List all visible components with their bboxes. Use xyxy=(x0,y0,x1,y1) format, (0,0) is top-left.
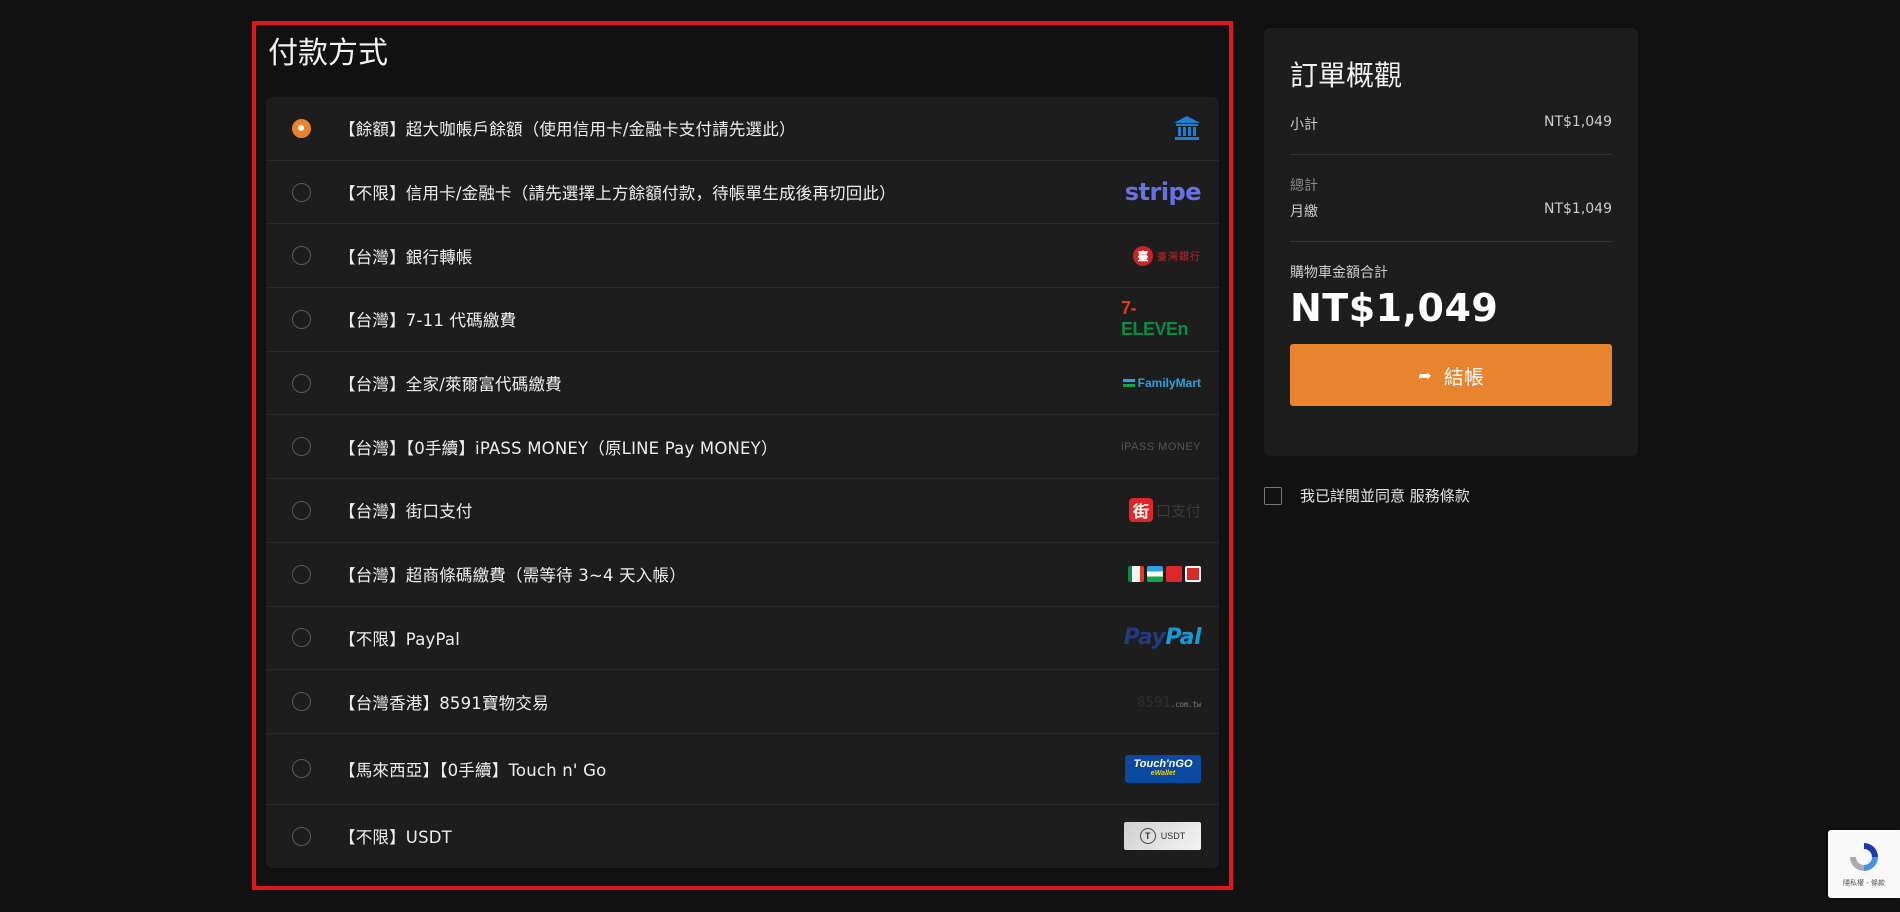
cart-total-label: 購物車金額合計 xyxy=(1290,265,1388,281)
payment-methods-list: 【餘額】超大咖帳戶餘額（使用信用卡/金融卡支付請先選此） 【不限】信用卡/金融卡… xyxy=(266,97,1219,868)
payment-method-label: 【台灣】7-11 代碼繳費 xyxy=(339,311,517,331)
radio-button[interactable] xyxy=(292,564,311,584)
payment-method-ipass[interactable]: 【台灣】【0手續】iPASS MONEY（原LINE Pay MONEY） iP… xyxy=(266,415,1219,480)
8591-logo: 8591.com.tw xyxy=(1121,685,1202,719)
usdt-logo-text: USDT xyxy=(1160,831,1186,842)
radio-button-selected[interactable] xyxy=(292,118,311,138)
payment-method-familymart[interactable]: 【台灣】全家/萊爾富代碼繳費 FamilyMart xyxy=(266,352,1219,416)
payment-method-label: 【不限】信用卡/金融卡（請先選擇上方餘額付款，待帳單生成後再切回此） xyxy=(339,184,896,204)
ipass-money-logo-text: iPASS MONEY xyxy=(1121,440,1201,453)
terms-agreement[interactable]: 我已詳閱並同意 服務條款 xyxy=(1264,485,1470,506)
radio-button[interactable] xyxy=(292,246,311,266)
bank-of-taiwan-logo: 臺 臺灣銀行 xyxy=(1121,239,1201,273)
subtotal-value: NT$1,049 xyxy=(1543,114,1612,130)
seven-eleven-mini-icon xyxy=(1128,566,1144,583)
familymart-bars-icon xyxy=(1122,379,1135,388)
bank-seal-icon: 臺 xyxy=(1133,245,1153,266)
radio-button[interactable] xyxy=(292,759,311,779)
order-summary-card: 訂單概觀 小計 NT$1,049 總計 月繳 NT$1,049 購物車金額合計 … xyxy=(1264,28,1638,456)
payment-method-credit-card[interactable]: 【不限】信用卡/金融卡（請先選擇上方餘額付款，待帳單生成後再切回此） strip… xyxy=(266,161,1219,225)
monthly-row: 月繳 NT$1,049 xyxy=(1290,201,1612,221)
payment-method-8591[interactable]: 【台灣香港】8591寶物交易 8591.com.tw xyxy=(266,670,1219,734)
recaptcha-text: 隱私權 - 條款 xyxy=(1843,879,1885,887)
radio-button[interactable] xyxy=(292,437,311,457)
payment-method-paypal[interactable]: 【不限】PayPal PayPal xyxy=(266,607,1219,671)
radio-button[interactable] xyxy=(292,182,311,202)
jkopay-logo-text: 口支付 xyxy=(1155,501,1201,520)
payment-methods-title: 付款方式 xyxy=(268,36,388,71)
touch-n-go-logo-text: Touch'nGO xyxy=(1133,757,1193,770)
stripe-logo: stripe xyxy=(1121,175,1202,209)
jkopay-logo-mark: 街 xyxy=(1128,498,1153,523)
radio-button[interactable] xyxy=(292,826,311,846)
radio-button[interactable] xyxy=(292,309,311,329)
monthly-value: NT$1,049 xyxy=(1543,201,1612,217)
8591-logo-domain: .com.tw xyxy=(1170,699,1202,709)
8591-logo-text: 8591 xyxy=(1136,692,1172,711)
payment-method-label: 【不限】USDT xyxy=(339,828,452,848)
paypal-logo-text-a: Pay xyxy=(1123,625,1166,651)
familymart-mini-icon xyxy=(1147,566,1163,583)
subtotal-row: 小計 NT$1,049 xyxy=(1290,114,1612,134)
familymart-logo-text: FamilyMart xyxy=(1137,376,1201,391)
share-arrow-icon: ➦ xyxy=(1418,365,1432,385)
jkopay-logo: 街 口支付 xyxy=(1121,493,1201,527)
recaptcha-icon xyxy=(1850,843,1878,871)
radio-button[interactable] xyxy=(292,500,311,520)
checkout-button-label: 結帳 xyxy=(1443,364,1484,389)
payment-method-bank-transfer[interactable]: 【台灣】銀行轉帳 臺 臺灣銀行 xyxy=(266,224,1219,289)
cart-total-value: NT$1,049 xyxy=(1290,286,1499,330)
seven-eleven-logo-number: 7- xyxy=(1121,298,1137,319)
payment-method-jkopay[interactable]: 【台灣】街口支付 街 口支付 xyxy=(266,479,1219,543)
touch-n-go-logo-sub: eWallet xyxy=(1150,769,1176,777)
bank-of-taiwan-logo-text: 臺灣銀行 xyxy=(1157,252,1201,264)
terms-checkbox[interactable] xyxy=(1264,486,1282,505)
payment-method-711[interactable]: 【台灣】7-11 代碼繳費 7-ELEVEn xyxy=(266,288,1219,352)
hilife-mini-icon xyxy=(1166,566,1182,583)
page: 付款方式 【餘額】超大咖帳戶餘額（使用信用卡/金融卡支付請先選此） 【不限】信用… xyxy=(0,0,1900,912)
payment-method-label: 【台灣】超商條碼繳費（需等待 3~4 天入帳） xyxy=(339,566,686,586)
payment-method-label: 【台灣香港】8591寶物交易 xyxy=(339,693,549,713)
payment-method-cvs-barcode[interactable]: 【台灣】超商條碼繳費（需等待 3~4 天入帳） xyxy=(266,543,1219,607)
okmart-mini-icon xyxy=(1185,566,1201,583)
payment-method-label: 【台灣】街口支付 xyxy=(339,502,473,522)
divider xyxy=(1290,241,1612,242)
paypal-logo: PayPal xyxy=(1121,621,1202,655)
payment-method-label: 【不限】PayPal xyxy=(339,629,460,649)
payment-method-label: 【台灣】【0手續】iPASS MONEY（原LINE Pay MONEY） xyxy=(339,438,778,458)
convenience-stores-logo xyxy=(1121,557,1201,591)
recaptcha-badge[interactable]: 隱私權 - 條款 xyxy=(1828,830,1900,898)
seven-eleven-logo-text: ELEVEn xyxy=(1121,319,1189,340)
monthly-label: 月繳 xyxy=(1290,204,1318,220)
payment-method-usdt[interactable]: 【不限】USDT T USDT xyxy=(266,805,1219,868)
checkout-button[interactable]: ➦ 結帳 xyxy=(1290,344,1612,406)
radio-button[interactable] xyxy=(292,373,311,393)
usdt-logo: T USDT xyxy=(1121,819,1201,853)
order-summary-title: 訂單概觀 xyxy=(1290,59,1403,92)
payment-method-label: 【台灣】全家/萊爾富代碼繳費 xyxy=(339,375,562,395)
touch-n-go-logo: Touch'nGO eWallet xyxy=(1121,752,1201,786)
bank-icon xyxy=(1121,111,1201,145)
subtotal-label: 小計 xyxy=(1290,117,1318,133)
divider xyxy=(1290,154,1612,155)
radio-button[interactable] xyxy=(292,692,311,712)
payment-method-label: 【餘額】超大咖帳戶餘額（使用信用卡/金融卡支付請先選此） xyxy=(339,120,796,140)
payment-method-label: 【台灣】銀行轉帳 xyxy=(339,247,473,267)
payment-methods-panel: 付款方式 【餘額】超大咖帳戶餘額（使用信用卡/金融卡支付請先選此） 【不限】信用… xyxy=(252,21,1233,890)
stripe-logo-text: stripe xyxy=(1124,178,1202,207)
payment-method-balance[interactable]: 【餘額】超大咖帳戶餘額（使用信用卡/金融卡支付請先選此） xyxy=(266,97,1219,161)
seven-eleven-logo: 7-ELEVEn xyxy=(1121,298,1201,340)
familymart-logo: FamilyMart xyxy=(1121,366,1201,400)
tether-coin-icon: T xyxy=(1139,828,1156,845)
ipass-money-logo: iPASS MONEY xyxy=(1121,430,1201,464)
total-section-label: 總計 xyxy=(1290,178,1318,194)
terms-text: 我已詳閱並同意 服務條款 xyxy=(1300,487,1470,505)
radio-button[interactable] xyxy=(292,628,311,648)
paypal-logo-text-b: Pal xyxy=(1165,625,1201,651)
payment-method-label: 【馬來西亞】【0手續】Touch n' Go xyxy=(339,760,607,780)
payment-method-touch-n-go[interactable]: 【馬來西亞】【0手續】Touch n' Go Touch'nGO eWallet xyxy=(266,734,1219,805)
